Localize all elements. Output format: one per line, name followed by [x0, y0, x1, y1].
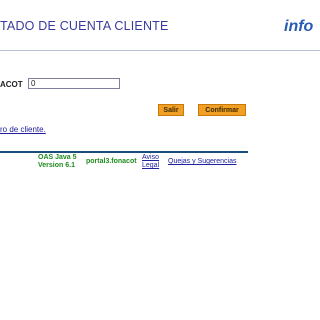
quejas-sugerencias-link[interactable]: Quejas y Sugerencias [168, 158, 236, 165]
confirmar-button[interactable]: Confirmar [198, 104, 246, 116]
page-title: TADO DE CUENTA CLIENTE [0, 19, 169, 33]
credit-number-label: ACOT [0, 80, 23, 89]
footer-version-line2: Version 6.1 [38, 162, 75, 169]
footer-version-info: OAS Java 5 Version 6.1 [38, 154, 77, 170]
header-bar: TADO DE CUENTA CLIENTE info [0, 0, 320, 50]
footer-version-line1: OAS Java 5 [38, 154, 77, 161]
salir-button[interactable]: Salir [158, 104, 184, 116]
footer-divider [0, 151, 248, 153]
footer-server-name: portal3.fonacot [86, 158, 137, 165]
credit-number-input[interactable] [28, 78, 120, 89]
header-divider [0, 50, 320, 51]
aviso-legal-line1[interactable]: Aviso [142, 154, 159, 162]
aviso-legal-link[interactable]: Aviso Legal [142, 154, 159, 170]
brand-logo: info [284, 18, 314, 35]
aviso-legal-line2[interactable]: Legal [142, 162, 159, 170]
registro-cliente-link[interactable]: ro de cliente. [0, 125, 46, 134]
